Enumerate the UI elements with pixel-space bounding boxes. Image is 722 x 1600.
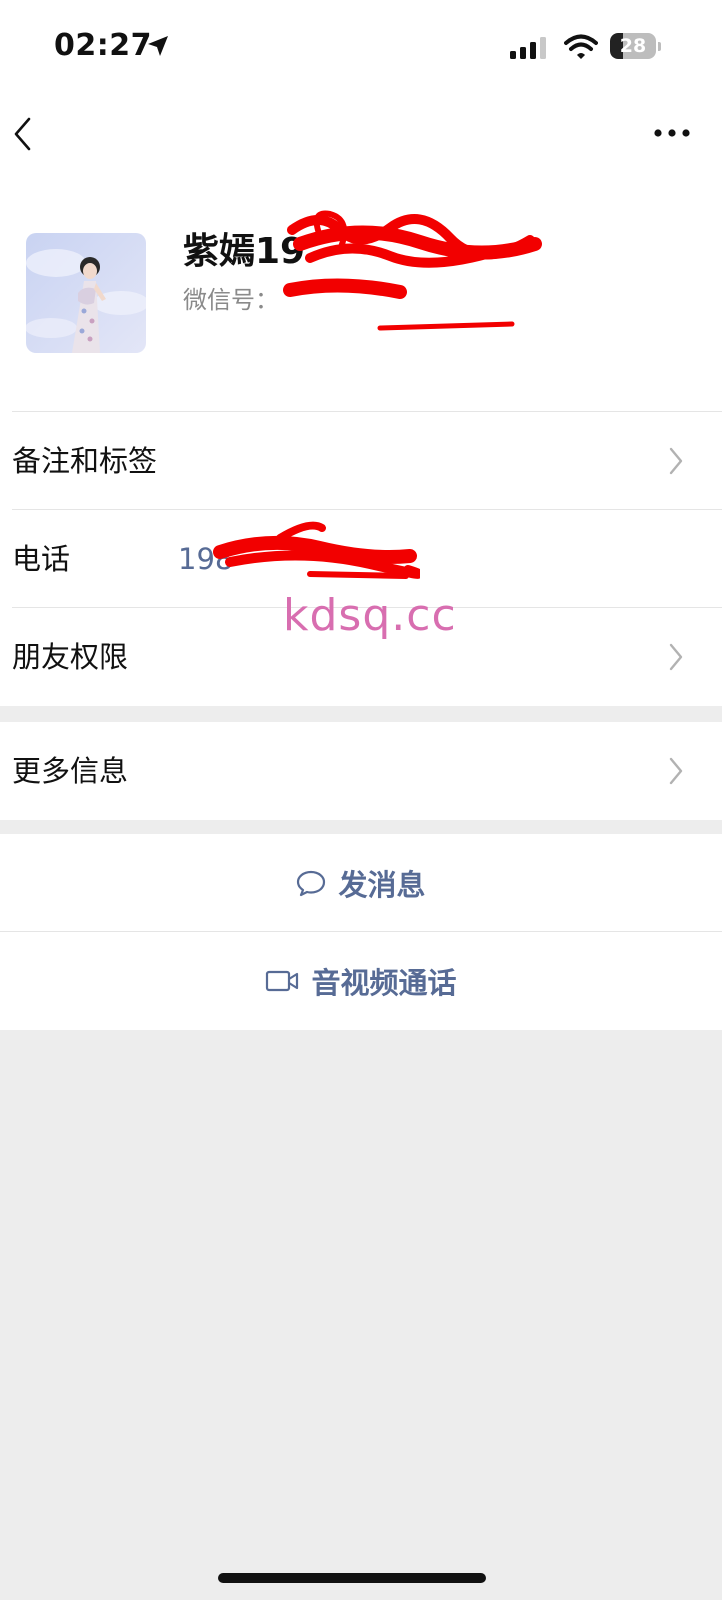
phone-number[interactable]: 198 [178, 510, 233, 608]
chevron-right-icon [669, 757, 683, 785]
send-message-label: 发消息 [338, 868, 426, 902]
row-label: 备注和标签 [12, 444, 158, 478]
wifi-icon [564, 34, 598, 59]
row-label: 更多信息 [12, 754, 129, 788]
location-arrow-icon [148, 36, 168, 56]
video-camera-icon [266, 970, 299, 992]
chat-bubble-icon [297, 870, 326, 897]
watermark-text: kdsq.cc [283, 590, 457, 641]
ellipsis-icon[interactable] [654, 128, 690, 138]
battery-icon: 28 [610, 33, 662, 61]
contact-name: 紫嫣19 [183, 231, 306, 272]
nav-bar [0, 90, 722, 180]
chevron-right-icon [669, 643, 683, 671]
avatar[interactable] [26, 233, 146, 353]
row-label: 朋友权限 [12, 640, 129, 674]
av-call-label: 音视频通话 [311, 966, 457, 1000]
wechat-id-label: 微信号： [183, 286, 279, 314]
home-indicator[interactable] [218, 1573, 486, 1583]
row-remarks-tags[interactable]: 备注和标签 [0, 412, 722, 510]
chevron-right-icon [669, 447, 683, 475]
chevron-left-icon[interactable] [12, 116, 32, 152]
send-message-button[interactable]: 发消息 [0, 834, 722, 932]
battery-level: 28 [619, 35, 647, 57]
row-label: 电话 [12, 542, 71, 576]
status-time: 02:27 [54, 28, 152, 63]
cellular-signal-icon [510, 37, 546, 59]
av-call-button[interactable]: 音视频通话 [0, 932, 722, 1030]
row-more-info[interactable]: 更多信息 [0, 722, 722, 820]
